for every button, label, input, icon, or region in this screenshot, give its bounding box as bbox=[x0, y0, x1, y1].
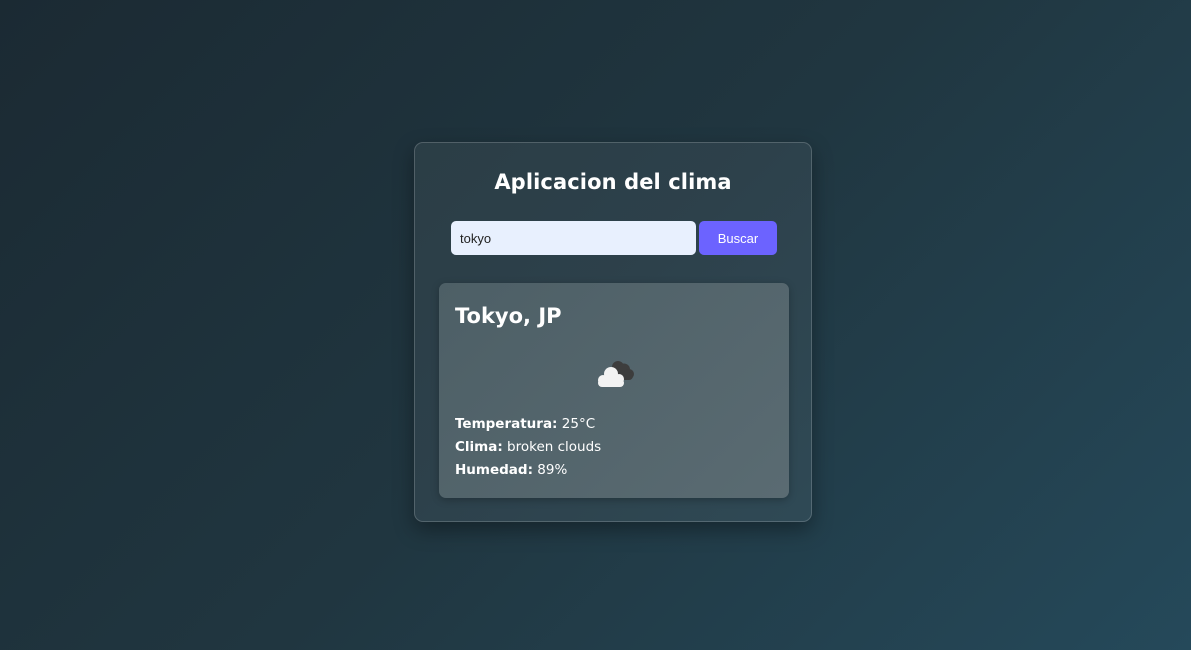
search-button[interactable]: Buscar bbox=[699, 221, 777, 255]
condition-label: Clima: bbox=[455, 439, 503, 455]
humidity-label: Humedad: bbox=[455, 462, 533, 478]
condition-value: broken clouds bbox=[507, 439, 602, 455]
condition-row: Clima: broken clouds bbox=[455, 439, 601, 455]
broken-clouds-icon bbox=[598, 361, 634, 387]
weather-app-card: Aplicacion del clima Buscar Tokyo, JP T bbox=[414, 142, 812, 522]
search-bar: Buscar bbox=[451, 221, 777, 255]
humidity-row: Humedad: 89% bbox=[455, 462, 567, 478]
humidity-value: 89% bbox=[537, 462, 568, 478]
temperature-value: 25°C bbox=[561, 416, 596, 432]
city-search-input[interactable] bbox=[451, 221, 696, 255]
weather-result-panel: Tokyo, JP Temperatura: 25°C Clima: broke… bbox=[439, 283, 789, 498]
app-title: Aplicacion del clima bbox=[494, 170, 732, 194]
temperature-label: Temperatura: bbox=[455, 416, 558, 432]
city-name: Tokyo, JP bbox=[455, 304, 562, 328]
temperature-row: Temperatura: 25°C bbox=[455, 416, 595, 432]
